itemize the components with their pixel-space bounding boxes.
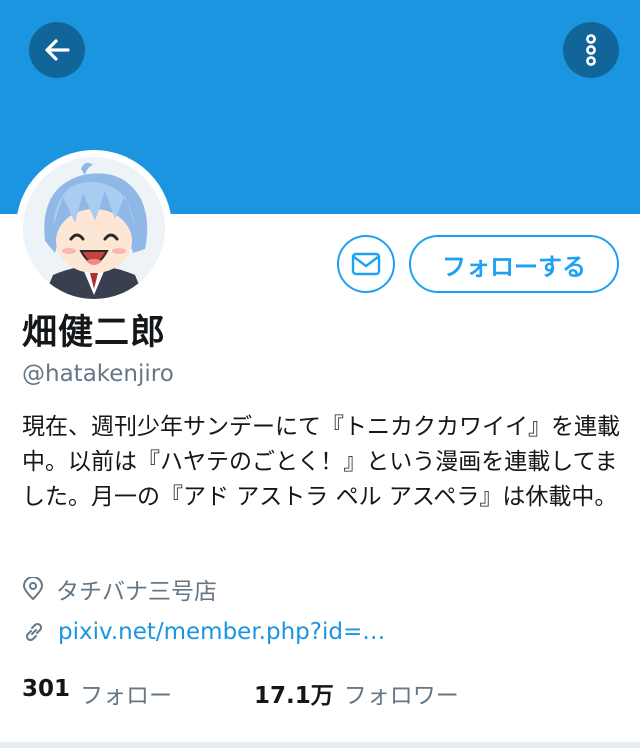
website-link[interactable]: pixiv.net/member.php?id=… [58, 619, 385, 645]
follow-button[interactable]: フォローする [409, 235, 619, 293]
following-stat[interactable]: 301 フォロー [22, 676, 172, 710]
location-text: タチバナ三号店 [56, 579, 217, 605]
following-label: フォロー [80, 683, 173, 709]
followers-stat[interactable]: 17.1万 フォロワー [254, 676, 459, 710]
profile-website[interactable]: pixiv.net/member.php?id=… [22, 619, 385, 645]
more-options-button[interactable] [563, 22, 619, 78]
message-button[interactable] [337, 235, 395, 293]
followers-count: 17.1万 [254, 683, 334, 709]
profile-stats: 301 フォロー 17.1万 フォロワー [22, 676, 459, 710]
link-icon [25, 622, 43, 642]
followers-label: フォロワー [343, 683, 459, 709]
arrow-left-icon [45, 39, 70, 61]
profile-location: タチバナ三号店 [22, 572, 217, 606]
envelope-icon [351, 252, 381, 276]
profile-handle: @hatakenjiro [22, 361, 174, 387]
following-count: 301 [22, 676, 71, 702]
avatar-frame [16, 150, 172, 306]
avatar-illustration [23, 157, 165, 299]
location-pin-icon [22, 577, 44, 601]
more-vertical-icon [586, 34, 596, 66]
back-button[interactable] [29, 22, 85, 78]
section-divider [0, 742, 640, 748]
avatar[interactable] [23, 157, 165, 299]
profile-bio: 現在、週刊少年サンデーにて『トニカクカワイイ』を連載中。以前は『ハヤテのごとく！… [22, 414, 620, 510]
profile-name: 畑健二郎 [22, 313, 167, 353]
